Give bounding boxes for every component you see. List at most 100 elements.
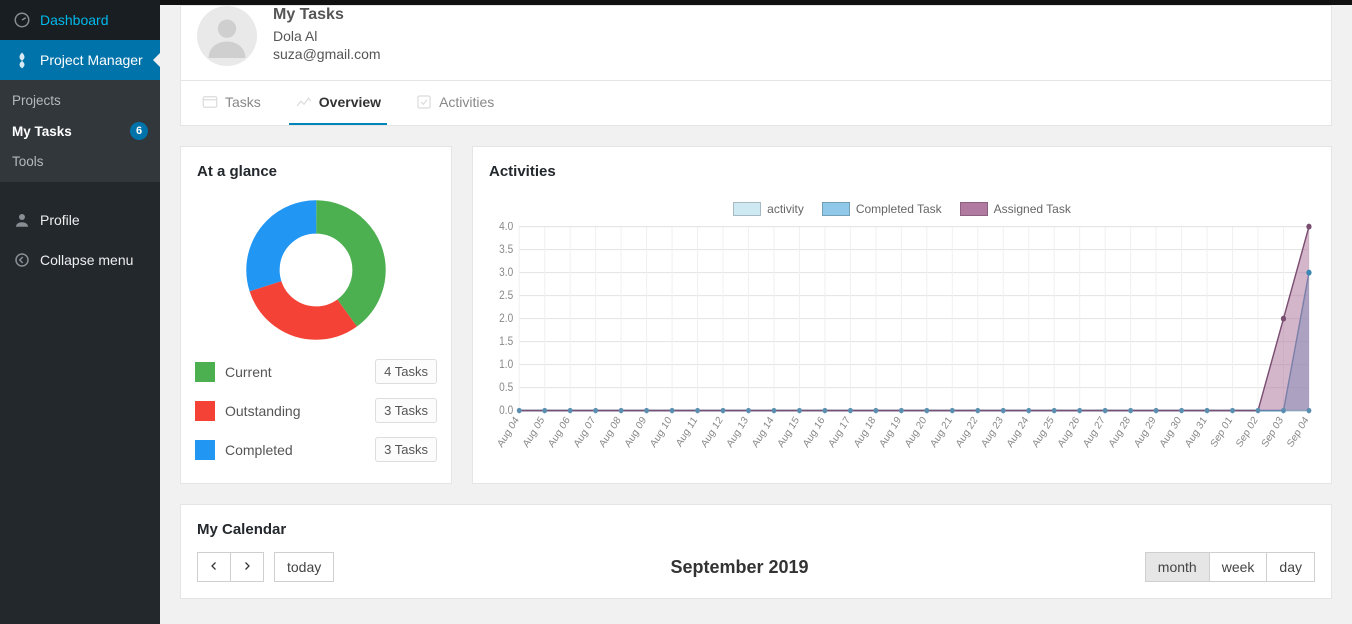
avatar	[197, 6, 257, 66]
at-a-glance-title: At a glance	[181, 147, 451, 196]
tab-overview[interactable]: Overview	[289, 81, 387, 125]
swatch-completed	[195, 440, 215, 460]
activities-card: Activities activity Completed Task Assig…	[472, 146, 1332, 484]
tab-activities[interactable]: Activities	[409, 81, 500, 125]
activities-chart: activity Completed Task Assigned Task 0.…	[489, 202, 1315, 432]
legend-label-assigned-task: Assigned Task	[994, 202, 1071, 216]
svg-text:Aug 08: Aug 08	[598, 415, 624, 450]
svg-text:Aug 14: Aug 14	[750, 415, 776, 450]
nav-project-manager[interactable]: Project Manager	[0, 40, 160, 80]
profile-card: My Tasks Dola Al suza@gmail.com Tasks Ov…	[180, 5, 1332, 126]
svg-text:Aug 24: Aug 24	[1005, 415, 1031, 450]
subnav-tools-label: Tools	[12, 154, 44, 169]
svg-text:0.0: 0.0	[499, 404, 513, 417]
legend-row-completed: Completed 3 Tasks	[191, 430, 441, 469]
svg-text:Aug 27: Aug 27	[1082, 415, 1108, 450]
nav-profile-label: Profile	[40, 212, 80, 228]
calendar-next-button[interactable]	[230, 552, 264, 582]
svg-text:Aug 16: Aug 16	[801, 415, 827, 450]
subnav-projects[interactable]: Projects	[0, 86, 160, 115]
legend-row-current: Current 4 Tasks	[191, 352, 441, 391]
svg-text:Aug 20: Aug 20	[903, 415, 929, 450]
legend-count-completed[interactable]: 3 Tasks	[375, 437, 437, 462]
calendar-today-button[interactable]: today	[274, 552, 334, 582]
legend-count-current[interactable]: 4 Tasks	[375, 359, 437, 384]
svg-text:Aug 21: Aug 21	[929, 415, 955, 450]
svg-text:4.0: 4.0	[499, 222, 513, 233]
legend-label-outstanding: Outstanding	[225, 403, 301, 419]
calendar-view-day[interactable]: day	[1266, 552, 1315, 582]
svg-text:Aug 13: Aug 13	[725, 415, 751, 450]
svg-text:Aug 10: Aug 10	[649, 415, 675, 450]
page-title: My Tasks	[273, 6, 381, 24]
subnav-my-tasks-badge: 6	[130, 122, 148, 140]
svg-text:Aug 26: Aug 26	[1056, 415, 1082, 450]
nav-dashboard-label: Dashboard	[40, 12, 109, 28]
legend-label-completed: Completed	[225, 442, 293, 458]
svg-text:Aug 15: Aug 15	[776, 415, 802, 450]
profile-meta: My Tasks Dola Al suza@gmail.com	[273, 6, 381, 62]
subnav-my-tasks[interactable]: My Tasks 6	[0, 115, 160, 147]
nav-project-manager-label: Project Manager	[40, 52, 143, 68]
svg-text:3.0: 3.0	[499, 266, 513, 279]
svg-text:3.5: 3.5	[499, 243, 513, 256]
svg-text:Aug 28: Aug 28	[1107, 415, 1133, 450]
donut-chart	[181, 196, 451, 352]
profile-header: My Tasks Dola Al suza@gmail.com	[181, 6, 1331, 80]
svg-text:1.5: 1.5	[499, 335, 513, 348]
legend-row-outstanding: Outstanding 3 Tasks	[191, 391, 441, 430]
svg-text:2.5: 2.5	[499, 289, 513, 302]
at-a-glance-card: At a glance Current 4 Tasks Outstanding …	[180, 146, 452, 484]
swatch-current	[195, 362, 215, 382]
svg-text:Aug 19: Aug 19	[878, 415, 904, 450]
svg-text:0.5: 0.5	[499, 381, 513, 394]
profile-tabs: Tasks Overview Activities	[181, 80, 1331, 125]
profile-email: suza@gmail.com	[273, 46, 381, 62]
activities-icon	[415, 93, 433, 111]
legend-label-activity: activity	[767, 202, 804, 216]
calendar-view-week[interactable]: week	[1209, 552, 1268, 582]
subnav-tools[interactable]: Tools	[0, 147, 160, 176]
dashboard-icon	[12, 10, 32, 30]
nav-collapse[interactable]: Collapse menu	[0, 240, 160, 280]
svg-text:Aug 06: Aug 06	[547, 415, 573, 450]
calendar-prev-button[interactable]	[197, 552, 231, 582]
cards-row: At a glance Current 4 Tasks Outstanding …	[180, 146, 1332, 484]
nav-dashboard[interactable]: Dashboard	[0, 0, 160, 40]
calendar-nav	[197, 552, 264, 582]
svg-text:2.0: 2.0	[499, 312, 513, 325]
calendar-card: My Calendar today September 2019 month w…	[180, 504, 1332, 599]
nav-project-manager-submenu: Projects My Tasks 6 Tools	[0, 80, 160, 182]
tab-activities-label: Activities	[439, 94, 494, 110]
svg-text:Aug 22: Aug 22	[954, 415, 980, 450]
calendar-view-switch: month week day	[1145, 552, 1315, 582]
legend-label-completed-task: Completed Task	[856, 202, 942, 216]
svg-text:Aug 18: Aug 18	[852, 415, 878, 450]
legend-label-current: Current	[225, 364, 272, 380]
svg-text:Aug 29: Aug 29	[1133, 415, 1159, 450]
legend-count-outstanding[interactable]: 3 Tasks	[375, 398, 437, 423]
svg-text:Sep 03: Sep 03	[1260, 415, 1286, 450]
svg-text:Aug 25: Aug 25	[1031, 415, 1057, 450]
nav-profile[interactable]: Profile	[0, 200, 160, 240]
svg-text:Aug 05: Aug 05	[521, 415, 547, 450]
svg-text:Sep 02: Sep 02	[1235, 415, 1261, 450]
chevron-left-icon	[208, 560, 220, 572]
admin-sidebar: Dashboard Project Manager Projects My Ta…	[0, 0, 160, 624]
subnav-projects-label: Projects	[12, 93, 61, 108]
main-content: My Tasks Dola Al suza@gmail.com Tasks Ov…	[160, 5, 1352, 624]
svg-text:Aug 30: Aug 30	[1158, 415, 1184, 450]
tab-tasks[interactable]: Tasks	[195, 81, 267, 125]
chevron-right-icon	[241, 560, 253, 572]
chart-legend: activity Completed Task Assigned Task	[489, 202, 1315, 216]
svg-text:Aug 31: Aug 31	[1184, 415, 1210, 450]
calendar-month-title: September 2019	[670, 557, 808, 578]
tab-overview-label: Overview	[319, 94, 381, 110]
tasks-icon	[201, 93, 219, 111]
svg-text:Aug 23: Aug 23	[980, 415, 1006, 450]
svg-text:1.0: 1.0	[499, 358, 513, 371]
activities-title: Activities	[473, 147, 1331, 196]
svg-text:Sep 04: Sep 04	[1285, 415, 1311, 450]
subnav-my-tasks-label: My Tasks	[12, 124, 72, 139]
calendar-view-month[interactable]: month	[1145, 552, 1210, 582]
